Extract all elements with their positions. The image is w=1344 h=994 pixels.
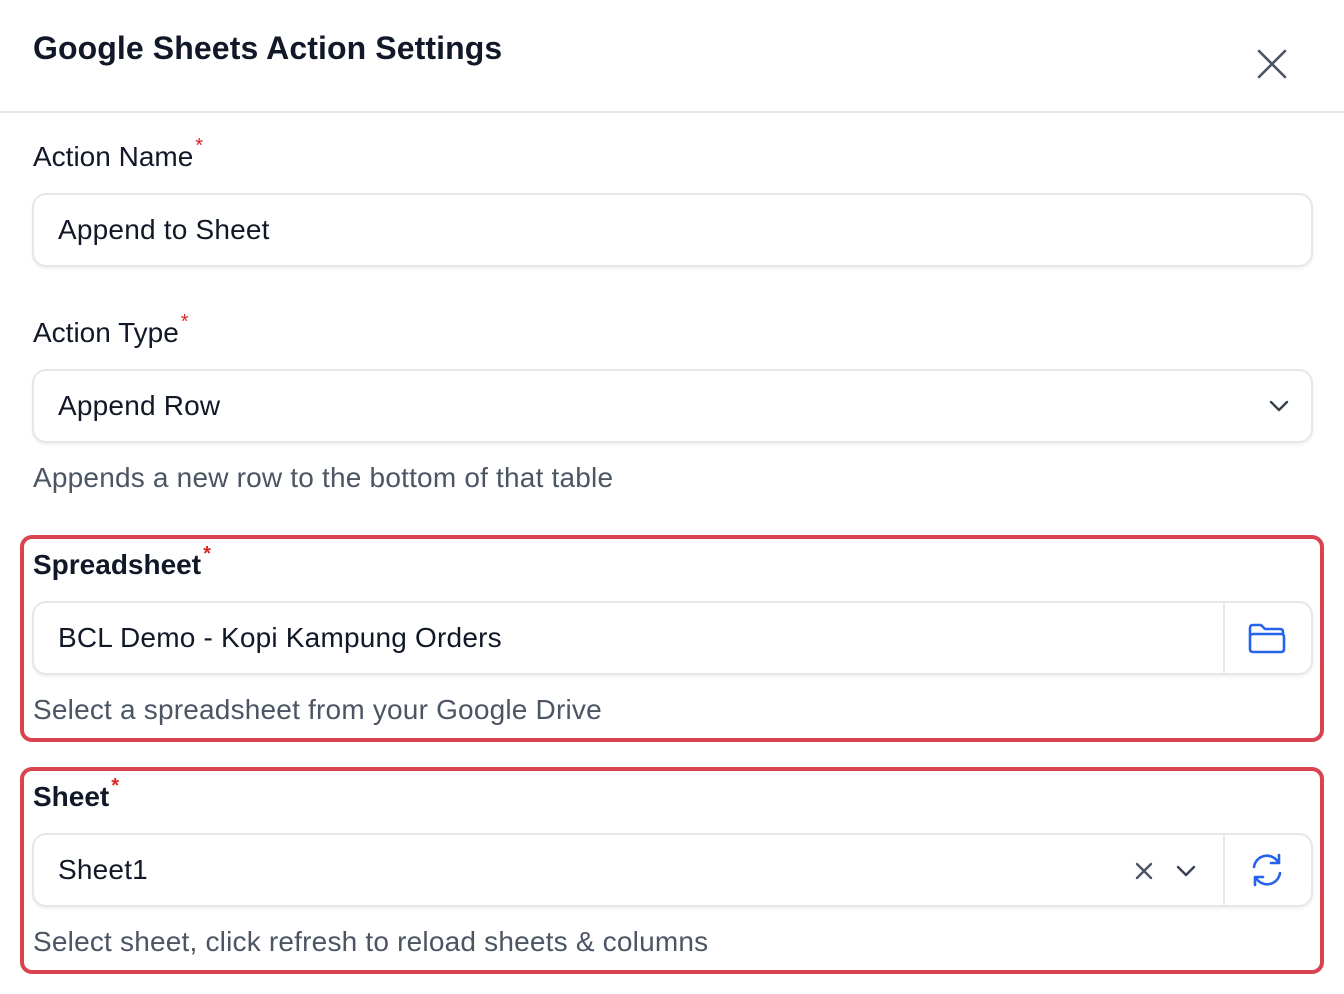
- sheet-help: Select sheet, click refresh to reload sh…: [33, 926, 709, 957]
- sheet-value: Sheet1: [58, 854, 148, 885]
- folder-icon: [1248, 623, 1286, 654]
- action-name-label: Action Name *: [33, 135, 203, 173]
- settings-dialog: Google Sheets Action Settings Action Nam…: [0, 0, 1344, 994]
- spreadsheet-label-text: Spreadsheet: [33, 549, 202, 580]
- browse-drive-button[interactable]: [1223, 603, 1311, 673]
- required-mark: *: [203, 543, 211, 565]
- sheet-label: Sheet *: [33, 775, 119, 813]
- chevron-down-icon: [1269, 400, 1289, 412]
- action-type-select[interactable]: Append Row: [32, 369, 1313, 443]
- required-mark: *: [180, 311, 189, 333]
- spreadsheet-input[interactable]: BCL Demo - Kopi Kampung Orders: [32, 601, 1313, 675]
- action-name-input[interactable]: Append to Sheet: [32, 193, 1313, 267]
- spreadsheet-value: BCL Demo - Kopi Kampung Orders: [58, 622, 502, 653]
- action-type-value: Append Row: [58, 390, 221, 421]
- dialog-title: Google Sheets Action Settings: [33, 30, 503, 66]
- required-mark: *: [195, 135, 204, 157]
- action-type-help: Appends a new row to the bottom of that …: [33, 462, 614, 493]
- sheet-label-text: Sheet: [33, 781, 110, 812]
- action-type-label: Action Type *: [33, 311, 189, 349]
- dialog-header: Google Sheets Action Settings: [0, 0, 1344, 113]
- spreadsheet-help: Select a spreadsheet from your Google Dr…: [33, 694, 602, 725]
- action-name-value: Append to Sheet: [58, 214, 270, 245]
- chevron-down-icon[interactable]: [1174, 859, 1198, 883]
- clear-icon[interactable]: [1132, 859, 1156, 883]
- refresh-icon: [1252, 853, 1282, 887]
- spreadsheet-label: Spreadsheet *: [33, 543, 211, 581]
- required-mark: *: [111, 775, 120, 797]
- close-icon: [1257, 49, 1287, 79]
- close-button[interactable]: [1250, 42, 1294, 86]
- action-name-label-text: Action Name: [33, 141, 194, 172]
- refresh-button[interactable]: [1223, 835, 1311, 905]
- sheet-select[interactable]: Sheet1: [32, 833, 1313, 907]
- action-type-label-text: Action Type: [33, 317, 179, 348]
